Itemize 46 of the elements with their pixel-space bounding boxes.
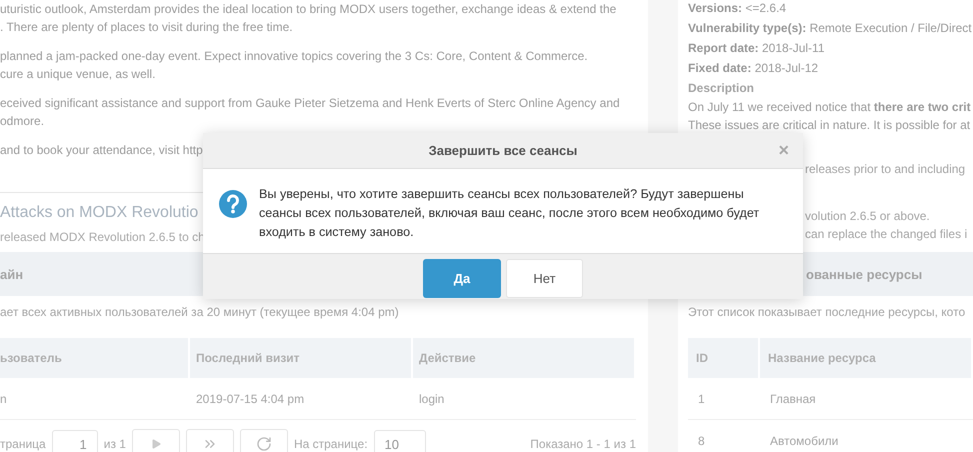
column-header[interactable]: Название ресурса [760,338,973,378]
description-text: volution 2.6.5 or above. [805,208,930,225]
table-cell: Главная [760,378,973,420]
security-fact: Versions: <=2.6.4 [688,0,786,17]
confirm-button[interactable]: Да [423,259,501,298]
page-label: траница [0,437,46,451]
news-paragraph: and to book your attendance, visit http [0,142,203,159]
description-heading: Description [688,80,754,97]
close-button[interactable]: × [778,142,789,158]
description-text: releases prior to and including [805,161,966,178]
news-paragraph: eceived significant assistance and support from Gauke Pieter Sietzema and Henk Everts of Sterc Online Agency and odmore. [0,95,620,130]
news-paragraph: uturistic outlook, Amsterdam provides the ideal location to bring MODX users together, exchange ideas & extend the . There are plenty of places to visit during the free time. [0,1,616,36]
per-page-label: На странице: [294,437,368,451]
description-text: On July 11 we received notice that there are two crit [688,99,971,116]
page-field[interactable]: 1 [52,430,98,452]
last-page-button[interactable] [186,429,234,452]
description-text: can replace the changed files i [805,226,968,243]
widget-description: Этот список показывает последние ресурсы, кото [687,304,966,321]
question-icon [219,190,247,218]
refresh-button[interactable] [240,429,288,452]
table-cell: 2019-07-15 4:04 pm [190,378,413,420]
column-header[interactable]: ьзователь [0,338,190,378]
refresh-icon [256,436,272,452]
column-header[interactable]: Действие [413,338,636,378]
security-fact: Fixed date: 2018-Jul-12 [688,60,818,77]
page-summary: Показано 1 - 1 из 1 [530,437,636,451]
table-cell: login [413,378,636,420]
column-header[interactable]: ID [688,338,760,378]
security-fact: Report date: 2018-Jul-11 [688,40,824,57]
widget-description: ает всех активных пользователей за 20 минут (текущее время 4:04 pm) [0,304,400,321]
article-title[interactable]: Attacks on MODX Revolutio [0,202,198,224]
dialog-message: Вы уверены, что хотите завершить сеансы всех пользователей? Будут завершены сеансы всех пользователей, включая ваш сеанс, после этого всем необходимо будет входить в систему заново. [259,186,760,241]
play-icon [150,438,162,450]
cancel-button[interactable]: Нет [506,259,583,298]
table-cell: n [0,378,190,420]
news-paragraph: planned a jam-packed one-day event. Expect innovative topics covering the 3 Cs: Core, Content & Commerce. cure a unique venue, as well. [0,48,588,83]
table-cell: 8 [688,420,760,452]
dialog-title: Завершить все сеансы [428,143,578,158]
page-count: из 1 [104,437,126,451]
per-page-field[interactable]: 10 [374,430,426,452]
table-cell: Автомобили [760,420,973,452]
next-page-button[interactable] [132,429,180,452]
table-cell: 1 [688,378,760,420]
description-text: These issues are critical in nature. It is possible for at [688,117,970,134]
column-header[interactable]: Последний визит [190,338,413,378]
security-fact: Vulnerability type(s): Remote Execution / File/Direct [688,20,972,37]
